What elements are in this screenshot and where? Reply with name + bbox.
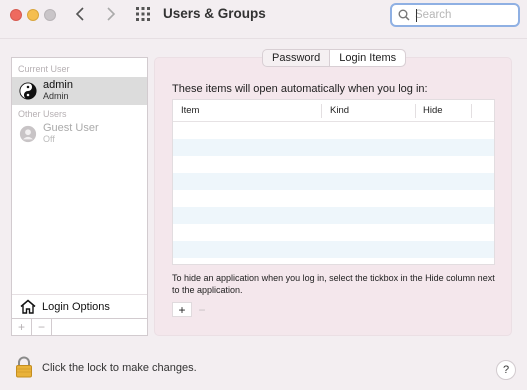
lock-message: Click the lock to make changes. [42,362,197,374]
add-login-item-button[interactable]: + [172,302,192,317]
user-name: admin [43,79,73,91]
show-all-button[interactable] [136,7,150,21]
login-items-table[interactable]: Item Kind Hide [172,99,495,265]
back-button[interactable] [70,4,90,24]
chevron-left-icon [75,7,84,21]
user-role: Admin [43,91,69,101]
other-users-header: Other Users [18,109,67,119]
table-row [173,207,494,224]
login-options-button[interactable]: Login Options [12,294,147,318]
grid-icon [136,7,150,21]
window-title: Users & Groups [163,6,266,21]
remove-user-button[interactable]: − [32,319,52,335]
table-row [173,173,494,190]
column-divider [321,104,322,118]
login-items-controls: + − [172,302,212,317]
column-header-item[interactable]: Item [181,105,199,116]
current-user-header: Current User [18,64,70,74]
table-row [173,241,494,258]
column-header-hide[interactable]: Hide [423,105,443,116]
search-field[interactable] [390,3,520,27]
forward-button[interactable] [101,4,121,24]
login-items-panel: These items will open automatically when… [154,57,512,336]
lock-icon[interactable] [15,356,33,378]
table-row [173,139,494,156]
panel-description: These items will open automatically when… [172,83,428,95]
yin-yang-icon [19,82,37,100]
help-button[interactable]: ? [496,360,516,380]
user-status: Off [43,134,55,144]
tab-bar: Password Login Items [262,49,407,67]
hide-hint-text: To hide an application when you log in, … [172,273,495,295]
user-list: Current User admin Admin Other Users Gue… [11,57,148,336]
person-icon [19,125,37,143]
user-list-footer: + − [12,318,147,335]
chevron-right-icon [107,7,116,21]
table-row [173,190,494,207]
table-header: Item Kind Hide [173,100,494,122]
tab-login-items[interactable]: Login Items [329,50,406,66]
login-options-label: Login Options [42,300,110,313]
close-button[interactable] [10,9,22,21]
table-row [173,224,494,241]
user-row-admin[interactable]: admin Admin [12,77,147,105]
column-header-kind[interactable]: Kind [330,105,349,116]
table-row [173,122,494,139]
text-caret [416,9,417,22]
remove-login-item-button[interactable]: − [192,302,212,317]
toolbar-divider [0,38,527,39]
search-input[interactable] [415,9,515,21]
user-name: Guest User [43,122,99,134]
house-icon [20,299,36,314]
search-icon [398,9,410,21]
add-user-button[interactable]: + [12,319,32,335]
minimize-button[interactable] [27,9,39,21]
tab-password[interactable]: Password [263,50,329,66]
table-row [173,156,494,173]
column-divider [415,104,416,118]
title-bar: Users & Groups [0,0,527,34]
zoom-button[interactable] [44,9,56,21]
user-row-guest[interactable]: Guest User Off [12,120,147,148]
column-divider [471,104,472,118]
